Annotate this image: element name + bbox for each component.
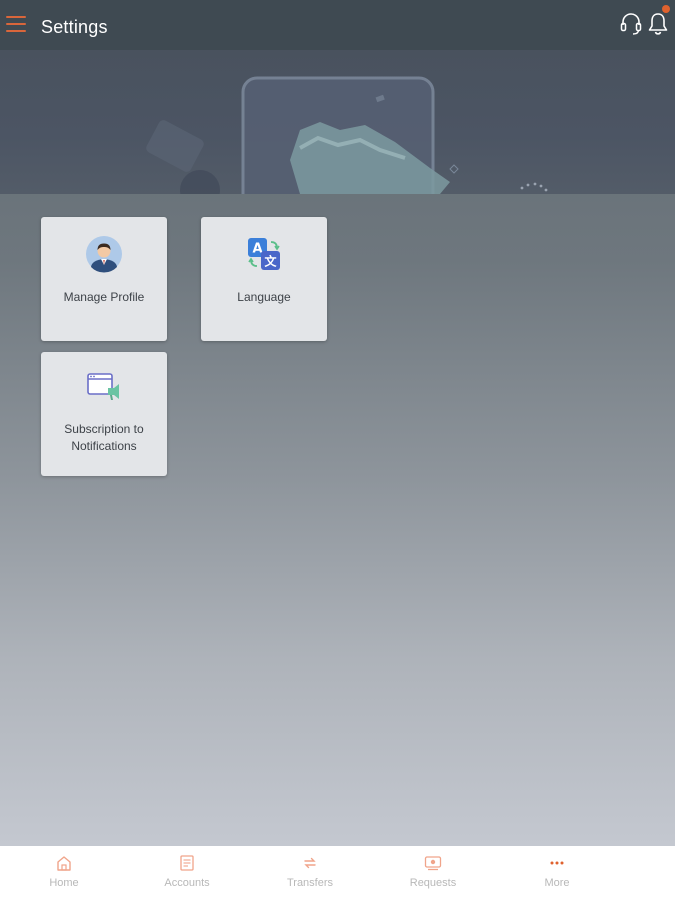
headset-icon[interactable] (619, 11, 643, 37)
transfers-icon (304, 857, 316, 869)
language-label: Language (237, 290, 291, 304)
subscription-notifications-tile[interactable]: Subscription to Notifications (41, 352, 167, 476)
nav-label-accounts: Accounts (164, 877, 210, 889)
home-icon (57, 856, 71, 871)
notification-badge-dot (662, 5, 670, 13)
profile-avatar-icon (86, 236, 122, 273)
translate-icon: A 文 (248, 238, 280, 270)
nav-item-home[interactable]: Home (14, 846, 114, 900)
nav-label-home: Home (49, 877, 79, 889)
subscription-notifications-label: Subscription to Notifications (64, 422, 144, 453)
accounts-icon (180, 855, 194, 871)
manage-profile-tile[interactable]: Manage Profile (41, 217, 167, 341)
more-dots-icon (550, 861, 564, 865)
nav-item-requests[interactable]: Requests (383, 846, 483, 900)
nav-item-transfers[interactable]: Transfers (260, 846, 360, 900)
page-title: Settings (41, 17, 108, 37)
nav-item-more[interactable]: More (507, 846, 607, 900)
header-banner-illustration (0, 50, 675, 194)
settings-tiles-grid: Manage Profile A 文 Language Subscription… (41, 217, 341, 487)
manage-profile-label: Manage Profile (63, 290, 145, 304)
nav-label-requests: Requests (409, 877, 457, 889)
nav-item-accounts[interactable]: Accounts (137, 846, 237, 900)
requests-icon (424, 856, 442, 871)
bell-icon[interactable] (646, 11, 670, 37)
hamburger-menu-icon[interactable] (6, 16, 26, 32)
banner-illustration-graphic (146, 76, 548, 194)
bottom-navigation-bar: Home Accounts Transfers Requests More (0, 846, 675, 900)
nav-label-more: More (544, 877, 570, 889)
language-tile[interactable]: A 文 Language (201, 217, 327, 341)
notification-subscription-icon (87, 373, 119, 400)
svg-text:文: 文 (264, 254, 277, 269)
top-app-bar: Settings (0, 0, 675, 50)
nav-label-transfers: Transfers (286, 877, 334, 889)
